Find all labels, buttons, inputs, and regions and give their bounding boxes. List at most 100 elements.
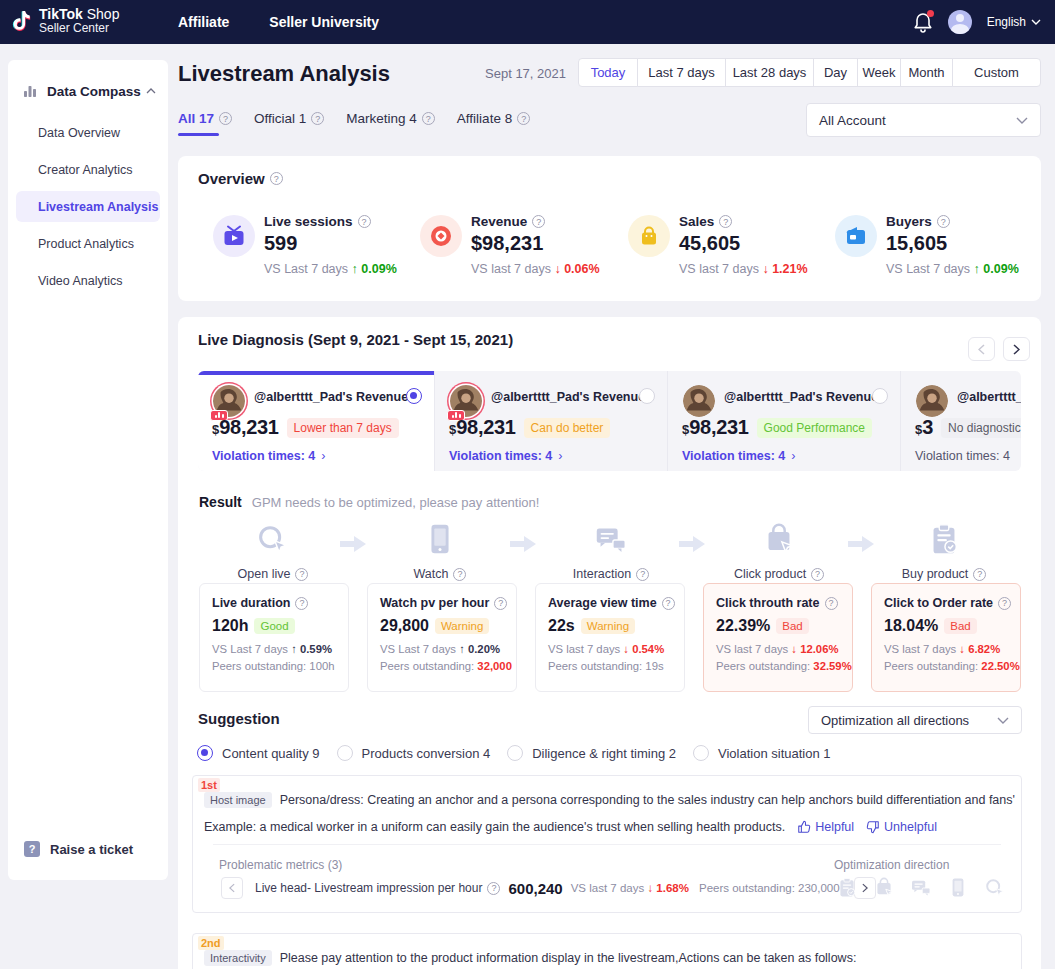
raise-ticket[interactable]: ? Raise a ticket — [24, 841, 133, 857]
language-selector[interactable]: English — [987, 15, 1041, 29]
tiktok-logo[interactable]: TikTok Shop Seller Center — [10, 7, 119, 35]
tab-affiliate[interactable]: Affiliate 8? — [457, 111, 530, 136]
buyers-wallet-icon — [835, 215, 877, 257]
sidebar-item-data-overview[interactable]: Data Overview — [8, 114, 168, 151]
sidebar-item-video-analytics[interactable]: Video Analytics — [8, 262, 168, 299]
session-radio[interactable] — [872, 388, 888, 404]
help-icon[interactable]: ? — [998, 597, 1011, 610]
result-text: GPM needs to be optimized, please pay at… — [252, 495, 540, 510]
diagnosis-title-label: Live Diagnosis (Sept 9, 2021 - Sept 15, … — [198, 331, 513, 348]
tab-all[interactable]: All 17? — [178, 111, 232, 136]
violation-link[interactable]: Violation times: 4› — [682, 449, 795, 463]
help-icon[interactable]: ? — [358, 215, 371, 228]
tab-official[interactable]: Official 1? — [254, 111, 324, 136]
session-card-2[interactable]: @albertttt_Pad's Revenue $98,231Can do b… — [435, 371, 668, 471]
session-card-3[interactable]: @albertttt_Pad's Revenue $98,231Good Per… — [668, 371, 901, 471]
delta-up: ↑ 0.09% — [974, 262, 1019, 276]
sidebar-item-product-analytics[interactable]: Product Analytics — [8, 225, 168, 262]
live-tv-icon — [213, 215, 255, 257]
help-icon[interactable]: ? — [453, 568, 466, 581]
carousel-prev-button[interactable] — [968, 337, 995, 361]
overview-metric-buyers: Buyers? 15,605 VS Last 7 days ↑ 0.09% — [835, 156, 1042, 301]
filter-label[interactable]: Violation situation 1 — [718, 746, 831, 761]
help-icon[interactable]: ? — [636, 568, 649, 581]
help-icon[interactable]: ? — [219, 112, 232, 125]
session-card-4[interactable]: @albertttt_Pad's Revenue $3No diagnostic… — [901, 371, 1021, 471]
range-day[interactable]: Day — [813, 58, 858, 87]
help-icon[interactable]: ? — [487, 882, 500, 895]
result-label: Result — [199, 494, 242, 510]
help-icon[interactable]: ? — [662, 597, 675, 610]
buy-product-icon — [835, 876, 859, 900]
open-live-icon — [254, 521, 292, 559]
status-pill: Warning — [581, 618, 635, 634]
raise-ticket-label: Raise a ticket — [50, 842, 133, 857]
filter-label[interactable]: Content quality 9 — [222, 746, 320, 761]
optimization-select[interactable]: Optimization all directions — [808, 706, 1022, 734]
notification-dot — [927, 10, 934, 17]
help-icon[interactable]: ? — [532, 215, 545, 228]
range-week[interactable]: Week — [857, 58, 901, 87]
help-icon[interactable]: ? — [422, 112, 435, 125]
funnel-click-product: Click product? — [719, 521, 839, 581]
thumb-down-icon — [866, 820, 880, 834]
header-nav: Affiliate Seller University — [178, 0, 379, 44]
help-icon[interactable]: ? — [719, 215, 732, 228]
overview-metric-revenue: Revenue? $98,231 VS last 7 days ↓ 0.06% — [420, 156, 627, 301]
problem-metric-value: 600,240 — [508, 880, 562, 897]
funnel-arrow-icon — [508, 533, 538, 555]
range-last-28-days[interactable]: Last 28 days — [725, 58, 814, 87]
filter-label[interactable]: Products conversion 4 — [362, 746, 491, 761]
user-avatar[interactable] — [948, 10, 972, 34]
nav-affiliate[interactable]: Affiliate — [178, 14, 229, 30]
filter-radio-violation[interactable] — [693, 745, 709, 761]
click-product-icon — [760, 521, 798, 559]
help-icon[interactable]: ? — [494, 597, 507, 610]
violation-link[interactable]: Violation times: 4› — [449, 449, 562, 463]
session-radio[interactable] — [406, 388, 422, 404]
suggestion-tag: Host image — [204, 792, 272, 808]
host-avatar — [683, 385, 715, 417]
help-icon[interactable]: ? — [517, 112, 530, 125]
filter-label[interactable]: Diligence & right timing 2 — [532, 746, 676, 761]
open-live-icon — [983, 876, 1007, 900]
tiktok-note-icon — [10, 9, 32, 34]
session-name: @albertttt_Pad's Revenue — [254, 390, 408, 404]
unhelpful-button[interactable]: Unhelpful — [866, 820, 937, 834]
sidebar-item-creator-analytics[interactable]: Creator Analytics — [8, 151, 168, 188]
status-pill: No diagnostic con — [941, 418, 1021, 438]
sidebar-item-livestream-analysis[interactable]: Livestream Analysis — [16, 191, 160, 222]
help-icon[interactable]: ? — [973, 568, 986, 581]
help-icon[interactable]: ? — [825, 597, 838, 610]
account-select[interactable]: All Account — [806, 103, 1041, 137]
help-icon[interactable]: ? — [295, 597, 308, 610]
suggestion-text: Please pay attention to the product info… — [280, 951, 857, 965]
sidebar-group-data-compass[interactable]: Data Compass — [22, 76, 156, 106]
help-icon[interactable]: ? — [311, 112, 324, 125]
filter-radio-diligence[interactable] — [507, 745, 523, 761]
range-custom[interactable]: Custom — [952, 58, 1041, 87]
suggestion-card-1: 1st Host image Persona/dress: Creating a… — [192, 775, 1022, 913]
help-icon[interactable]: ? — [937, 215, 950, 228]
session-radio[interactable] — [639, 388, 655, 404]
account-select-value: All Account — [819, 113, 886, 128]
filter-radio-content-quality[interactable] — [197, 745, 213, 761]
tab-marketing[interactable]: Marketing 4? — [346, 111, 435, 136]
filter-radio-products-conversion[interactable] — [337, 745, 353, 761]
notifications-bell[interactable] — [913, 11, 933, 33]
session-name: @albertttt_Pad's Revenue — [957, 390, 1021, 404]
violation-link[interactable]: Violation times: 4› — [212, 449, 325, 463]
divider — [213, 844, 1001, 845]
metric-prev-button[interactable] — [221, 877, 243, 899]
help-icon[interactable]: ? — [295, 568, 308, 581]
range-today[interactable]: Today — [578, 58, 638, 87]
helpful-button[interactable]: Helpful — [797, 820, 854, 834]
range-last-7-days[interactable]: Last 7 days — [637, 58, 726, 87]
nav-seller-university[interactable]: Seller University — [269, 14, 379, 30]
metric-label: Revenue — [471, 214, 527, 229]
session-card-1[interactable]: @albertttt_Pad's Revenue $98,231Lower th… — [198, 371, 435, 471]
tab-all-label: All 17 — [178, 111, 214, 126]
carousel-next-button[interactable] — [1003, 337, 1030, 361]
help-icon[interactable]: ? — [811, 568, 824, 581]
range-month[interactable]: Month — [900, 58, 953, 87]
